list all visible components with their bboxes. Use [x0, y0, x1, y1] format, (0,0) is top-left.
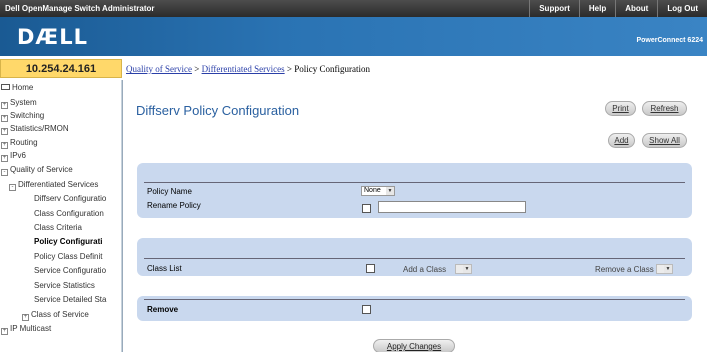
sidebar-item-label: Routing: [10, 138, 38, 147]
sidebar-item-policy-config[interactable]: Policy Configurati: [34, 235, 102, 248]
expand-icon[interactable]: +: [22, 314, 29, 321]
sidebar-item-system[interactable]: + System: [1, 96, 37, 109]
about-link[interactable]: About: [615, 0, 657, 17]
sidebar-item-class-config[interactable]: Class Configuration: [34, 207, 104, 220]
sidebar-item-label: IPv6: [10, 151, 27, 160]
remove-class-label: Remove a Class: [595, 265, 654, 274]
sidebar-item-service-detailed[interactable]: Service Detailed Sta: [34, 293, 106, 306]
sidebar: Home + System + Switching + Statistics/RMON…: [0, 80, 123, 352]
remove-checkbox[interactable]: [362, 305, 371, 314]
remove-class-row: Remove a Class: [592, 264, 662, 275]
sidebar-item-routing[interactable]: + Routing: [1, 136, 38, 149]
sidebar-item-service-stats[interactable]: Service Statistics: [34, 279, 95, 292]
divider: [144, 182, 685, 183]
chevron-down-icon: ▼: [463, 265, 471, 273]
expand-icon[interactable]: +: [1, 328, 8, 335]
banner: DÆLL PowerConnect 6224: [0, 17, 707, 56]
add-button[interactable]: Add: [608, 133, 635, 148]
class-list-checkbox[interactable]: [366, 264, 375, 273]
logout-link[interactable]: Log Out: [657, 0, 707, 17]
sidebar-item-label: Class of Service: [31, 310, 89, 319]
model-name: PowerConnect 6224: [636, 37, 703, 44]
breadcrumb-qos[interactable]: Quality of Service: [126, 64, 192, 74]
sidebar-item-label: System: [10, 98, 37, 107]
remove-row: Remove: [144, 304, 685, 315]
breadcrumb-sep: >: [194, 64, 200, 74]
expand-icon[interactable]: +: [1, 115, 8, 122]
policy-name-value: None: [364, 187, 381, 194]
remove-class-select[interactable]: ▼: [656, 264, 673, 274]
print-button[interactable]: Print: [605, 101, 636, 116]
support-link[interactable]: Support: [529, 0, 579, 17]
add-class-label: Add a Class: [403, 265, 447, 274]
sidebar-item-label: Differentiated Services: [18, 180, 99, 189]
breadcrumb-current: Policy Configuration: [294, 64, 370, 74]
sidebar-item-cos[interactable]: + Class of Service: [22, 308, 89, 321]
expand-icon[interactable]: +: [1, 128, 8, 135]
sidebar-item-statistics[interactable]: + Statistics/RMON: [1, 122, 69, 135]
breadcrumb-sep: >: [286, 64, 292, 74]
sidebar-item-label: Quality of Service: [10, 165, 73, 174]
sidebar-item-label: Home: [12, 83, 34, 92]
collapse-icon[interactable]: -: [1, 169, 8, 176]
sidebar-item-ip-multicast[interactable]: + IP Multicast: [1, 322, 51, 335]
sidebar-scrollbar[interactable]: [121, 80, 122, 352]
collapse-icon[interactable]: -: [9, 184, 16, 191]
breadcrumb-diffserv[interactable]: Differentiated Services: [202, 64, 285, 74]
page-title: Diffserv Policy Configuration: [136, 103, 300, 118]
rename-policy-label: Rename Policy: [147, 201, 201, 210]
sidebar-item-switching[interactable]: + Switching: [1, 109, 44, 122]
sidebar-item-service-config[interactable]: Service Configuratio: [34, 264, 106, 277]
top-links: Support Help About Log Out: [529, 0, 707, 17]
policy-name-label: Policy Name: [147, 187, 192, 196]
rename-policy-checkbox[interactable]: [362, 204, 371, 213]
sidebar-item-label: Switching: [10, 111, 45, 120]
sidebar-item-class-criteria[interactable]: Class Criteria: [34, 221, 82, 234]
sidebar-item-label: Statistics/RMON: [10, 124, 69, 133]
show-all-button[interactable]: Show All: [642, 133, 687, 148]
ip-address: 10.254.24.161: [0, 59, 122, 78]
chevron-down-icon: ▼: [664, 265, 672, 273]
sidebar-item-home[interactable]: Home: [1, 81, 33, 94]
policy-name-select[interactable]: None ▼: [361, 186, 395, 196]
add-class-row: Add a Class: [400, 264, 460, 275]
apply-changes-button[interactable]: Apply Changes: [373, 339, 455, 352]
policy-name-row: Policy Name: [144, 186, 685, 197]
sidebar-item-diffserv[interactable]: - Differentiated Services: [9, 178, 98, 191]
refresh-button[interactable]: Refresh: [642, 101, 687, 116]
class-list-label: Class List: [147, 264, 182, 273]
help-link[interactable]: Help: [578, 0, 615, 17]
breadcrumb: Quality of Service > Differentiated Serv…: [126, 64, 370, 74]
app-title: Dell OpenManage Switch Administrator: [5, 4, 155, 13]
sidebar-item-label: IP Multicast: [10, 324, 52, 333]
top-bar: Dell OpenManage Switch Administrator Sup…: [0, 0, 707, 17]
divider: [144, 299, 685, 300]
expand-icon[interactable]: +: [1, 142, 8, 149]
rename-policy-input[interactable]: [378, 201, 526, 213]
remove-label: Remove: [147, 305, 179, 314]
sidebar-item-policy-class[interactable]: Policy Class Definit: [34, 250, 102, 263]
add-class-select[interactable]: ▼: [455, 264, 472, 274]
home-icon: [1, 84, 10, 90]
expand-icon[interactable]: +: [1, 102, 8, 109]
chevron-down-icon: ▼: [386, 187, 394, 195]
divider: [144, 258, 685, 259]
dell-logo: DÆLL: [17, 25, 88, 49]
sidebar-item-ipv6[interactable]: + IPv6: [1, 149, 26, 162]
sidebar-item-diffserv-config[interactable]: Diffserv Configuratio: [34, 192, 106, 205]
expand-icon[interactable]: +: [1, 155, 8, 162]
sidebar-item-qos[interactable]: - Quality of Service: [1, 163, 73, 176]
